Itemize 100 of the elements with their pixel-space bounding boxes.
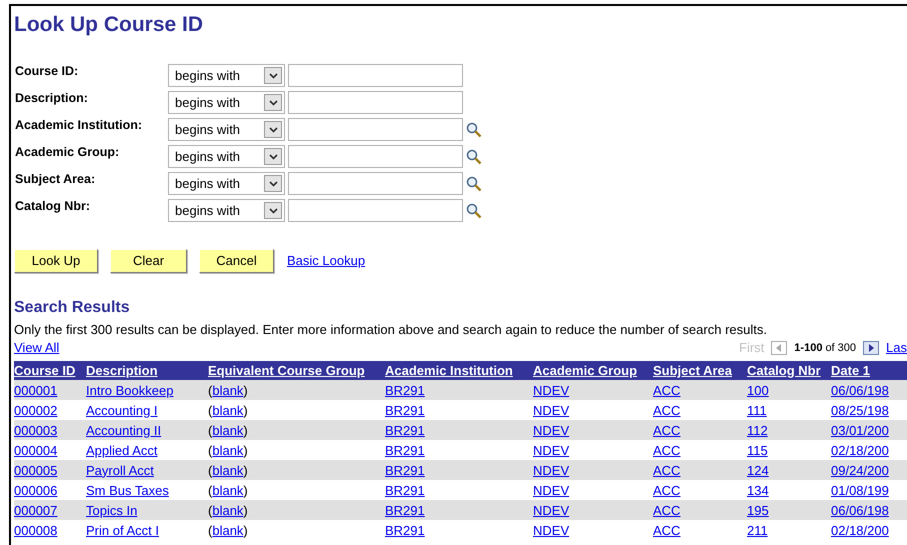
- cell-link[interactable]: 000001: [14, 382, 58, 398]
- cell-link[interactable]: Accounting II: [86, 422, 162, 438]
- cell-link[interactable]: ACC: [653, 462, 680, 478]
- cell-link[interactable]: ACC: [653, 522, 680, 538]
- cell-link[interactable]: 211: [747, 522, 768, 538]
- cell-link[interactable]: blank: [212, 442, 244, 458]
- column-header[interactable]: Description: [86, 362, 158, 378]
- cell-link[interactable]: Topics In: [86, 502, 138, 518]
- cell-link[interactable]: Applied Acct: [86, 442, 158, 458]
- chevron-down-icon: [264, 175, 282, 192]
- cell-link[interactable]: blank: [212, 522, 244, 538]
- cell-link[interactable]: ACC: [653, 402, 680, 418]
- cell-link[interactable]: 03/01/200: [831, 422, 889, 438]
- cell-link[interactable]: 000006: [14, 482, 58, 498]
- column-header[interactable]: Catalog Nbr: [747, 362, 821, 378]
- operator-dropdown[interactable]: begins with: [168, 172, 285, 195]
- cell-link[interactable]: BR291: [385, 522, 425, 538]
- operator-dropdown[interactable]: begins with: [168, 91, 285, 114]
- operator-dropdown[interactable]: begins with: [168, 118, 285, 141]
- search-field[interactable]: [288, 172, 463, 195]
- search-field[interactable]: [288, 118, 463, 141]
- cell-link[interactable]: NDEV: [533, 482, 570, 498]
- cell-link[interactable]: 08/25/198: [831, 402, 889, 418]
- cell-link[interactable]: 195: [747, 502, 769, 518]
- search-icon[interactable]: [466, 202, 482, 218]
- cell-link[interactable]: 06/06/198: [831, 382, 889, 398]
- cell-link[interactable]: 115: [747, 442, 768, 458]
- search-field[interactable]: [288, 91, 463, 114]
- operator-dropdown[interactable]: begins with: [168, 145, 285, 168]
- cell-text: (blank): [208, 382, 248, 398]
- cell-link[interactable]: 100: [747, 382, 769, 398]
- cell-link[interactable]: 000002: [14, 402, 58, 418]
- cell-link[interactable]: blank: [212, 502, 244, 518]
- cell-link[interactable]: 09/24/200: [831, 462, 889, 478]
- cell-link[interactable]: ACC: [653, 382, 680, 398]
- column-header[interactable]: Academic Institution: [385, 362, 513, 378]
- cell-link[interactable]: BR291: [385, 402, 425, 418]
- cell-link[interactable]: NDEV: [533, 522, 570, 538]
- cell-link[interactable]: ACC: [653, 482, 680, 498]
- cell-link[interactable]: 111: [747, 402, 767, 418]
- cell-link[interactable]: blank: [212, 422, 244, 438]
- column-header[interactable]: Date 1: [831, 362, 870, 378]
- cell-link[interactable]: 06/06/198: [831, 502, 889, 518]
- last-link[interactable]: Las: [886, 338, 907, 358]
- notice-text: Only the first 300 results can be displayed. Enter more information above and search again to reduce the number of search results.: [14, 322, 767, 338]
- search-icon[interactable]: [466, 176, 482, 192]
- cell-link[interactable]: 000004: [14, 442, 58, 458]
- column-header[interactable]: Academic Group: [533, 362, 638, 378]
- cell-link[interactable]: blank: [212, 462, 244, 478]
- cell-link[interactable]: Intro Bookkeep: [86, 382, 174, 398]
- cell-link[interactable]: 02/18/200: [831, 442, 889, 458]
- cell-link[interactable]: 01/08/199: [831, 482, 889, 498]
- search-icon[interactable]: [466, 122, 482, 138]
- cell-link[interactable]: 112: [747, 422, 768, 438]
- search-field[interactable]: [288, 145, 463, 168]
- cell-link[interactable]: 000003: [14, 422, 58, 438]
- cell-link[interactable]: BR291: [385, 502, 425, 518]
- cell-link[interactable]: BR291: [385, 442, 425, 458]
- cell-link[interactable]: NDEV: [533, 462, 570, 478]
- action-button[interactable]: Look Up: [14, 249, 98, 273]
- next-page-icon[interactable]: [863, 341, 880, 355]
- cell-link[interactable]: 000008: [14, 522, 58, 538]
- cell-link[interactable]: NDEV: [533, 402, 570, 418]
- action-button[interactable]: Cancel: [199, 249, 274, 273]
- cell-link[interactable]: BR291: [385, 382, 425, 398]
- page-range: 1-100: [794, 340, 822, 356]
- search-icon[interactable]: [466, 148, 482, 164]
- cell-link[interactable]: NDEV: [533, 502, 570, 518]
- cell-link[interactable]: NDEV: [533, 422, 570, 438]
- cell-link[interactable]: 000007: [14, 502, 58, 518]
- cell-link[interactable]: 134: [747, 482, 769, 498]
- field-label: Subject Area:: [15, 172, 96, 188]
- action-button[interactable]: Clear: [110, 249, 187, 273]
- cell-link[interactable]: ACC: [653, 442, 680, 458]
- cell-link[interactable]: Sm Bus Taxes: [86, 482, 169, 498]
- cell-link[interactable]: ACC: [653, 422, 680, 438]
- column-header[interactable]: Subject Area: [653, 362, 732, 378]
- column-header[interactable]: Course ID: [14, 362, 76, 378]
- cell-link[interactable]: Prin of Acct I: [86, 522, 159, 538]
- cell-link[interactable]: BR291: [385, 482, 425, 498]
- cell-link[interactable]: BR291: [385, 422, 425, 438]
- cell-link[interactable]: ACC: [653, 502, 680, 518]
- operator-dropdown[interactable]: begins with: [168, 64, 285, 87]
- cell-link[interactable]: NDEV: [533, 382, 570, 398]
- cell-link[interactable]: NDEV: [533, 442, 570, 458]
- view-all-link[interactable]: View All: [14, 340, 60, 356]
- search-field[interactable]: [288, 199, 463, 222]
- cell-link[interactable]: BR291: [385, 462, 425, 478]
- cell-link[interactable]: blank: [212, 382, 244, 398]
- cell-link[interactable]: 02/18/200: [831, 522, 889, 538]
- cell-link[interactable]: 124: [747, 462, 769, 478]
- operator-dropdown[interactable]: begins with: [168, 199, 285, 222]
- cell-link[interactable]: 000005: [14, 462, 58, 478]
- cell-link[interactable]: blank: [212, 482, 244, 498]
- cell-link[interactable]: blank: [212, 402, 244, 418]
- basic-lookup-link[interactable]: Basic Lookup: [287, 251, 366, 271]
- cell-link[interactable]: Payroll Acct: [86, 462, 154, 478]
- search-field[interactable]: [288, 64, 463, 87]
- cell-link[interactable]: Accounting I: [86, 402, 158, 418]
- column-header[interactable]: Equivalent Course Group: [208, 362, 365, 378]
